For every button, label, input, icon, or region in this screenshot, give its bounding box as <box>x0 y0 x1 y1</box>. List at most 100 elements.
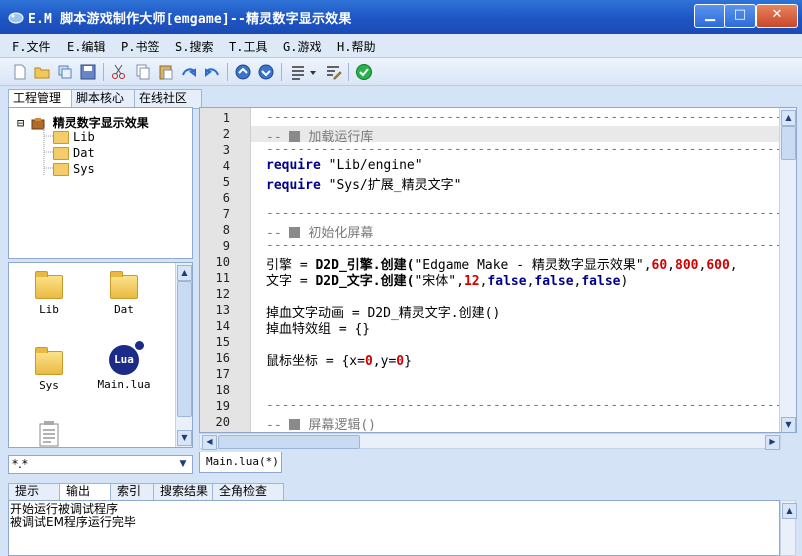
tree-item-dat[interactable]: Dat <box>53 146 95 162</box>
arrow-up-icon[interactable] <box>234 63 252 81</box>
section-marker-icon <box>289 131 301 142</box>
file-item-main-lua[interactable]: Lua Main.lua <box>89 341 159 391</box>
close-button[interactable]: ✕ <box>756 4 798 28</box>
menu-edit[interactable]: E.编辑 <box>67 38 105 55</box>
scroll-up-icon[interactable]: ▲ <box>177 265 192 281</box>
file-item-lib[interactable]: Lib <box>14 271 84 316</box>
scroll-down-icon[interactable]: ▼ <box>781 417 796 432</box>
document-icon <box>39 421 59 447</box>
chevron-down-icon[interactable]: ▼ <box>176 457 190 472</box>
tree-connector <box>43 128 53 176</box>
open-folder-icon[interactable] <box>33 63 51 81</box>
tab-main-lua[interactable]: Main.lua(*) <box>199 452 282 473</box>
line-number: 16 <box>215 351 230 365</box>
save-icon[interactable] <box>79 63 97 81</box>
redo-icon[interactable] <box>180 63 198 81</box>
code-line: require "Sys/扩展_精灵文字" <box>266 178 462 193</box>
code-line: 文字 = D2D_文字.创建("宋体",12,false,false,false… <box>266 274 629 289</box>
file-grid-scrollbar[interactable]: ▲ ▼ <box>175 263 192 447</box>
tab-community[interactable]: 在线社区 <box>134 89 202 109</box>
menu-bookmark[interactable]: P.书签 <box>121 38 159 55</box>
line-number-gutter: 1 2 3 4 5 6 7 8 9 10 11 12 13 14 15 16 1… <box>200 108 251 432</box>
scroll-up-icon[interactable]: ▲ <box>782 503 797 519</box>
scroll-down-icon[interactable]: ▼ <box>177 430 192 446</box>
code-section-header: -- 屏幕逻辑() <box>266 418 376 433</box>
line-number: 18 <box>215 383 230 397</box>
minimize-button[interactable]: ▁ <box>694 4 726 28</box>
folder-icon <box>35 271 63 299</box>
maximize-button[interactable]: □ <box>724 4 756 28</box>
tab-script-core[interactable]: 脚本核心 <box>71 89 143 109</box>
scroll-left-icon[interactable]: ◀ <box>202 435 217 450</box>
editor-horizontal-scrollbar[interactable]: ◀ ▶ <box>199 433 781 450</box>
folder-icon <box>53 131 69 144</box>
line-number: 15 <box>215 335 230 349</box>
line-number: 19 <box>215 399 230 413</box>
file-filter-value: *.* <box>12 457 28 471</box>
bottom-panel-tabs: 提示 输出 索引 搜索结果 全角检查 <box>8 483 802 502</box>
tab-project[interactable]: 工程管理 <box>8 89 80 109</box>
line-number: 20 <box>215 415 230 429</box>
tree-item-lib[interactable]: Lib <box>53 130 95 146</box>
toolbar-separator <box>227 63 228 81</box>
project-tree: ⊟ 精灵数字显示效果 Lib Dat Sys <box>8 107 193 259</box>
dropdown-icon[interactable] <box>308 63 318 81</box>
file-item-sys[interactable]: Sys <box>14 347 84 392</box>
collapse-toggle-icon[interactable]: ⊟ <box>17 116 24 130</box>
file-filter-select[interactable]: *.* ▼ <box>8 455 193 474</box>
folder-icon <box>53 163 69 176</box>
cut-icon[interactable] <box>110 63 128 81</box>
code-line: require "Lib/engine" <box>266 158 423 173</box>
file-item-label: Dat <box>114 303 134 316</box>
copy-window-icon[interactable] <box>56 63 74 81</box>
code-editor[interactable]: 1 2 3 4 5 6 7 8 9 10 11 12 13 14 15 16 1… <box>199 107 797 433</box>
line-number: 14 <box>215 319 230 333</box>
folder-icon <box>110 271 138 299</box>
line-number: 10 <box>215 255 230 269</box>
scroll-up-icon[interactable]: ▲ <box>781 110 796 126</box>
code-comment-rule: ----------------------------------------… <box>266 110 791 125</box>
line-number: 11 <box>215 271 230 285</box>
menu-file[interactable]: F.文件 <box>12 38 50 55</box>
line-number: 8 <box>222 223 230 237</box>
scroll-thumb[interactable] <box>177 281 192 417</box>
file-item-label: Sys <box>39 379 59 392</box>
file-item-dat[interactable]: Dat <box>89 271 159 316</box>
title-bar: E.M 脚本游戏制作大师[emgame]--精灵数字显示效果 ▁ □ ✕ <box>0 0 802 34</box>
code-line: 掉血特效组 = {} <box>266 322 371 337</box>
menu-game[interactable]: G.游戏 <box>283 38 321 55</box>
editor-vertical-scrollbar[interactable]: ▲ ▼ <box>779 108 796 432</box>
file-grid: Lib Dat Sys Lua Main.lua ▲ ▼ <box>8 262 193 448</box>
scroll-right-icon[interactable]: ▶ <box>765 435 780 450</box>
scroll-thumb[interactable] <box>781 126 796 160</box>
format-icon[interactable] <box>289 63 307 81</box>
tree-item-label: Dat <box>73 146 95 160</box>
run-check-icon[interactable] <box>355 63 373 81</box>
new-file-icon[interactable] <box>11 63 29 81</box>
menu-search[interactable]: S.搜索 <box>175 38 213 55</box>
code-comment-rule: ----------------------------------------… <box>266 398 791 413</box>
copy-icon[interactable] <box>134 63 152 81</box>
folder-icon <box>53 147 69 160</box>
code-comment-rule: ----------------------------------------… <box>266 206 791 221</box>
line-number: 7 <box>222 207 230 221</box>
output-scrollbar[interactable]: ▲ <box>780 500 797 556</box>
file-item-label: Lib <box>39 303 59 316</box>
line-number: 6 <box>222 191 230 205</box>
file-item-label: Main.lua <box>97 378 151 391</box>
menu-tools[interactable]: T.工具 <box>229 38 267 55</box>
scroll-thumb[interactable] <box>218 435 360 449</box>
tree-root[interactable]: ⊟ 精灵数字显示效果 <box>17 114 149 130</box>
window-title: E.M 脚本游戏制作大师[emgame]--精灵数字显示效果 <box>28 12 352 27</box>
app-icon <box>8 12 24 24</box>
undo-icon[interactable] <box>203 63 221 81</box>
paste-icon[interactable] <box>157 63 175 81</box>
edit-icon[interactable] <box>324 63 342 81</box>
output-line: 被调试EM程序运行完毕 <box>10 515 136 529</box>
arrow-down-icon[interactable] <box>257 63 275 81</box>
menu-help[interactable]: H.帮助 <box>337 38 375 55</box>
toolbar-separator <box>281 63 282 81</box>
line-number: 17 <box>215 367 230 381</box>
section-marker-icon <box>289 227 301 238</box>
tree-item-sys[interactable]: Sys <box>53 162 95 178</box>
